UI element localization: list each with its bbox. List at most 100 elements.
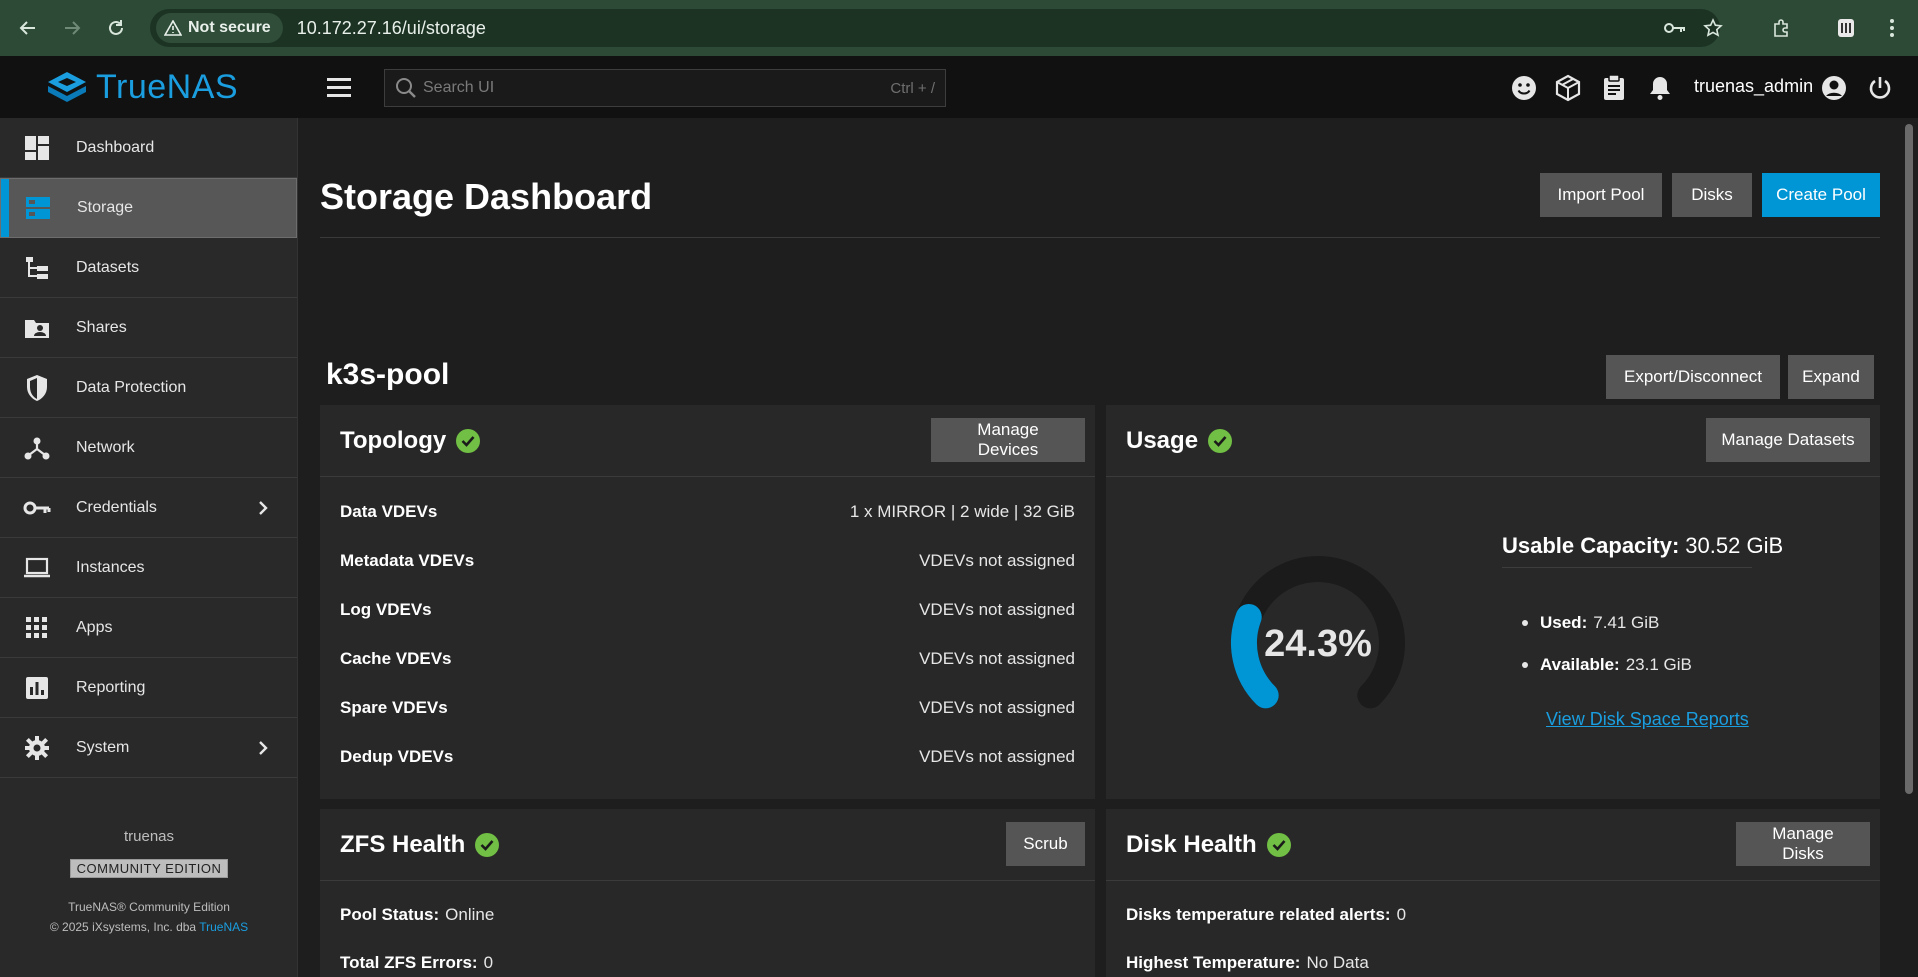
topology-row: Dedup VDEVs VDEVs not assigned [340,745,1075,769]
back-button[interactable] [8,8,48,48]
used-item: Used: 7.41 GiB [1521,613,1659,633]
power-button[interactable] [1864,72,1896,104]
search-box: Ctrl + / [384,69,946,107]
search-input[interactable] [419,79,891,97]
search-icon [393,75,419,101]
sidebar-item-label: Credentials [76,498,157,516]
sidebar-item-label: Shares [76,318,127,336]
account-circle-icon [1822,76,1846,100]
forward-button[interactable] [52,8,92,48]
sidebar-footer: truenas COMMUNITY EDITION TrueNAS® Commu… [0,828,298,934]
sidebar-item-dashboard[interactable]: Dashboard [0,118,297,178]
sidebar-item-instances[interactable]: Instances [0,538,297,598]
card-title: Usage [1126,427,1233,455]
alerts-button[interactable] [1644,72,1676,104]
manage-disks-button[interactable]: Manage Disks [1736,822,1870,866]
zfs-health-card: ZFS Health Scrub Pool Status: Online Tota… [320,809,1095,977]
user-menu-button[interactable] [1818,72,1850,104]
sidebar-item-label: System [76,738,130,756]
jobs-button[interactable] [1598,72,1630,104]
smiley-icon [1512,76,1536,100]
sidebar-item-label: Datasets [76,258,140,276]
sidebar-item-shares[interactable]: Shares [0,298,297,358]
scrub-button[interactable]: Scrub [1006,822,1085,866]
pool-status-label: Pool Status: [340,905,440,924]
security-chip[interactable]: Not secure [156,13,283,43]
sidebar-item-system[interactable]: System [0,718,297,778]
username-label[interactable]: truenas_admin [1694,76,1813,97]
sidebar-item-label: Storage [77,199,134,216]
check-circle-icon [1208,429,1233,453]
highest-temperature: Highest Temperature: No Data [1126,953,1369,973]
laptop-icon [22,553,52,583]
topology-row: Log VDEVs VDEVs not assigned [340,598,1075,622]
sidebar-item-datasets[interactable]: Datasets [0,238,297,298]
bell-icon [1650,77,1670,100]
pool-status: Pool Status: Online [340,905,494,925]
copyright-text: © 2025 iXsystems, Inc. dba TrueNAS [0,920,298,934]
pool-name: k3s-pool [326,358,450,391]
sidebar-item-network[interactable]: Network [0,418,297,478]
card-title: Topology [340,427,481,455]
bookmark-star-icon[interactable] [1696,9,1730,47]
sidebar-item-label: Reporting [76,678,146,696]
browser-menu-button[interactable] [1872,8,1912,48]
sidebar-item-storage[interactable]: Storage [0,178,297,238]
scrollbar-thumb[interactable] [1905,124,1913,794]
pool-status-value: Online [445,905,495,924]
usable-capacity: Usable Capacity: 30.52 GiB [1502,533,1783,559]
page-scrollbar[interactable] [1900,118,1918,977]
profile-button[interactable] [1826,8,1866,48]
extensions-button[interactable] [1762,8,1802,48]
sidebar-item-reporting[interactable]: Reporting [0,658,297,718]
manage-datasets-button[interactable]: Manage Datasets [1706,418,1870,462]
logo-text: TrueNAS [96,67,239,106]
available-label: Available: [1540,655,1620,674]
hostname-label: truenas [123,828,175,845]
more-vertical-icon [1890,19,1894,37]
create-pool-button[interactable]: Create Pool [1762,173,1880,217]
main-content: Storage Dashboard Import Pool Disks Crea… [298,118,1900,977]
password-key-icon[interactable] [1658,9,1692,47]
reload-button[interactable] [96,8,136,48]
card-header: Disk Health Manage Disks [1106,809,1880,881]
expand-button[interactable]: Expand [1788,355,1874,399]
page-title: Storage Dashboard [320,176,653,217]
check-circle-icon [1266,833,1291,857]
row-value: VDEVs not assigned [919,649,1075,668]
export-disconnect-button[interactable]: Export/Disconnect [1606,355,1780,399]
apps-icon [22,613,52,643]
row-value: 1 x MIRROR | 2 wide | 32 GiB [849,502,1075,521]
topology-row: Metadata VDEVs VDEVs not assigned [340,549,1075,573]
search-shortcut-hint: Ctrl + / [890,79,935,97]
view-disk-space-reports-link[interactable]: View Disk Space Reports [1546,709,1749,730]
sidebar-item-data-protection[interactable]: Data Protection [0,358,297,418]
address-bar[interactable]: Not secure 10.172.27.16/ui/storage [150,9,1723,47]
temp-alerts-value: 0 [1396,905,1407,924]
truecommand-button[interactable] [1552,72,1584,104]
sidebar-item-credentials[interactable]: Credentials [0,478,297,538]
menu-toggle-button[interactable] [322,74,356,100]
disks-button[interactable]: Disks [1672,173,1752,217]
truenas-logo[interactable]: TrueNAS [46,68,238,106]
sidebar-item-apps[interactable]: Apps [0,598,297,658]
row-label: Cache VDEVs [340,649,452,668]
row-value: VDEVs not assigned [919,698,1075,717]
feedback-button[interactable] [1508,72,1540,104]
import-pool-button[interactable]: Import Pool [1540,173,1662,217]
app-topbar: TrueNAS Ctrl + / truenas_admin [0,56,1918,118]
sidebar-item-label: Data Protection [76,378,187,396]
check-circle-icon [475,833,500,857]
datasets-icon [22,253,52,283]
topology-row: Data VDEVs 1 x MIRROR | 2 wide | 32 GiB [340,500,1075,524]
errors-label: Total ZFS Errors: [340,953,478,972]
truenas-link[interactable]: TrueNAS [199,920,248,934]
manage-devices-button[interactable]: Manage Devices [931,418,1085,462]
check-circle-icon [456,429,481,453]
power-icon [1869,77,1891,99]
sidebar-item-label: Dashboard [76,138,155,156]
available-item: Available: 23.1 GiB [1522,655,1692,675]
topology-row: Cache VDEVs VDEVs not assigned [340,647,1075,671]
key-icon [22,493,52,523]
usage-card: Usage Manage Datasets 24.3% Usable Capac… [1106,405,1880,799]
